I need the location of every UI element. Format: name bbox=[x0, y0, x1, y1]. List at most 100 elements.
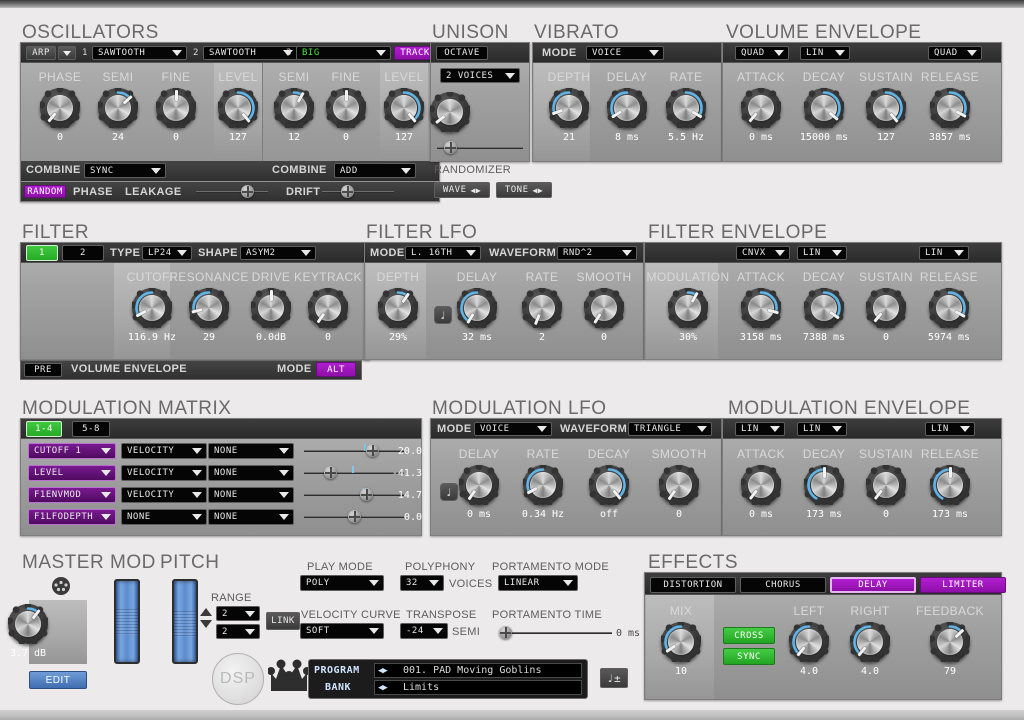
fenv-release-knob[interactable] bbox=[929, 288, 969, 328]
randomizer-wave-button[interactable]: WAVE ◀▶ bbox=[434, 182, 490, 198]
velocity-curve-select[interactable]: SOFT bbox=[300, 623, 384, 639]
effects-tab-delay[interactable]: DELAY bbox=[830, 577, 916, 593]
fx-feedback-knob[interactable] bbox=[930, 622, 970, 662]
osc2-level-knob[interactable] bbox=[384, 88, 424, 128]
modmatrix-source1-select-1[interactable]: VELOCITY bbox=[121, 443, 207, 459]
vibrato-rate-knob[interactable] bbox=[666, 88, 706, 128]
filtenv-release-curve-select[interactable]: LIN bbox=[919, 246, 969, 260]
osc2-semi-knob[interactable] bbox=[274, 88, 314, 128]
fx-mix-knob[interactable] bbox=[661, 622, 701, 662]
modmatrix-source1-select-2[interactable]: VELOCITY bbox=[121, 465, 207, 481]
filter-resonance-knob[interactable] bbox=[189, 288, 229, 328]
drift-slider-track[interactable] bbox=[322, 191, 394, 193]
osc1-phase-knob[interactable] bbox=[40, 88, 80, 128]
modenv-decay-curve-select[interactable]: LIN bbox=[797, 422, 847, 436]
modmatrix-amount-slider-handle-3[interactable] bbox=[360, 488, 373, 501]
filter-lfo-mode-select[interactable]: L. 16TH bbox=[405, 246, 481, 260]
modmatrix-destination-select-1[interactable]: CUTOFF 1 bbox=[28, 443, 116, 459]
modmatrix-destination-select-3[interactable]: F1ENVMOD bbox=[28, 487, 116, 503]
arp-button[interactable]: ARP bbox=[26, 46, 56, 60]
leakage-slider-track[interactable] bbox=[196, 191, 268, 193]
effects-cross-button[interactable]: CROSS bbox=[723, 627, 775, 644]
modmatrix-source2-select-3[interactable]: NONE bbox=[208, 487, 294, 503]
menv-attack-knob[interactable] bbox=[741, 465, 781, 505]
mlfo-decay-knob[interactable] bbox=[589, 465, 629, 505]
filter-tab-1[interactable]: 1 bbox=[26, 245, 58, 261]
osc1-level-knob[interactable] bbox=[218, 88, 258, 128]
vibrato-depth-knob[interactable] bbox=[549, 88, 589, 128]
osc1-semi-knob[interactable] bbox=[98, 88, 138, 128]
bank-prev-next-arrows-icon[interactable]: ◀▶ bbox=[378, 683, 388, 693]
portamento-time-slider-track[interactable] bbox=[502, 632, 612, 634]
mlfo-smooth-knob[interactable] bbox=[659, 465, 699, 505]
modmatrix-tab-1-4[interactable]: 1-4 bbox=[26, 421, 62, 437]
volenv-sustain-knob[interactable] bbox=[866, 88, 906, 128]
osc1-fine-knob[interactable] bbox=[156, 88, 196, 128]
fenv-sustain-knob[interactable] bbox=[866, 288, 906, 328]
modenv-release-curve-select[interactable]: LIN bbox=[925, 422, 975, 436]
modlfo-mode-select[interactable]: VOICE bbox=[474, 422, 552, 436]
osc3-waveform-select[interactable]: BIG bbox=[296, 46, 391, 60]
pitch-range-down-select[interactable]: 2 bbox=[216, 624, 260, 639]
mlfo-rate-knob[interactable] bbox=[523, 465, 563, 505]
leakage-slider-handle[interactable] bbox=[241, 185, 254, 198]
filter-drive-knob[interactable] bbox=[251, 288, 291, 328]
effects-tab-chorus[interactable]: CHORUS bbox=[740, 577, 826, 593]
modmatrix-source1-select-3[interactable]: VELOCITY bbox=[121, 487, 207, 503]
crown-icon[interactable] bbox=[268, 655, 310, 693]
combine1-select[interactable]: SYNC bbox=[84, 163, 166, 178]
master-volume-knob[interactable] bbox=[8, 604, 48, 644]
osc2-fine-knob[interactable] bbox=[326, 88, 366, 128]
mlfo-delay-knob[interactable] bbox=[459, 465, 499, 505]
pitch-range-up-select[interactable]: 2 bbox=[216, 606, 260, 621]
filtenv-attack-curve-select[interactable]: LIN bbox=[797, 246, 847, 260]
polyphony-select[interactable]: 32 bbox=[400, 575, 444, 591]
bank-field[interactable]: Limits bbox=[374, 680, 582, 695]
filter-pre-button[interactable]: PRE bbox=[24, 363, 62, 377]
portamento-time-slider-handle[interactable] bbox=[499, 626, 512, 639]
unison-detune-slider-handle[interactable] bbox=[444, 141, 457, 154]
program-prev-next-arrows-icon[interactable]: ◀▶ bbox=[378, 666, 388, 676]
vibrato-delay-knob[interactable] bbox=[607, 88, 647, 128]
fenv-attack-knob[interactable] bbox=[741, 288, 781, 328]
note-sync-icon[interactable]: ♩ bbox=[434, 306, 452, 324]
arp-dropdown[interactable] bbox=[58, 46, 76, 60]
midi-learn-icon[interactable]: ♩± bbox=[600, 668, 628, 688]
program-field[interactable]: 001. PAD Moving Goblins bbox=[374, 663, 582, 678]
range-up-arrow-icon[interactable] bbox=[200, 608, 212, 616]
effects-sync-button[interactable]: SYNC bbox=[723, 648, 775, 665]
modmatrix-amount-slider-handle-2[interactable] bbox=[324, 466, 337, 479]
osc2-waveform-select[interactable]: SAWTOOTH bbox=[203, 46, 298, 60]
note-sync-icon[interactable]: ♩ bbox=[440, 483, 458, 501]
fx-right-knob[interactable] bbox=[850, 622, 890, 662]
flfo-depth-knob[interactable] bbox=[378, 288, 418, 328]
fenv-decay-knob[interactable] bbox=[804, 288, 844, 328]
modenv-attack-curve-select[interactable]: LIN bbox=[735, 422, 785, 436]
effects-tab-limiter[interactable]: LIMITER bbox=[920, 577, 1006, 593]
unison-detune-knob[interactable] bbox=[430, 92, 470, 132]
random-button[interactable]: RANDOM bbox=[24, 185, 66, 198]
osc1-waveform-select[interactable]: SAWTOOTH bbox=[92, 46, 187, 60]
modmatrix-source2-select-1[interactable]: NONE bbox=[208, 443, 294, 459]
flfo-rate-knob[interactable] bbox=[522, 288, 562, 328]
filter-cutoff-knob[interactable] bbox=[132, 288, 172, 328]
filter-shape-select[interactable]: ASYM2 bbox=[240, 246, 316, 260]
portamento-mode-select[interactable]: LINEAR bbox=[498, 575, 578, 591]
unison-voices-select[interactable]: 2 VOICES bbox=[440, 68, 520, 83]
filtenv-mod-curve-select[interactable]: CNVX bbox=[736, 246, 790, 260]
filter-type-select[interactable]: LP24 bbox=[142, 246, 192, 260]
modmatrix-destination-select-4[interactable]: F1LFODEPTH bbox=[28, 509, 116, 525]
modmatrix-destination-select-2[interactable]: LEVEL bbox=[28, 465, 116, 481]
filter-lfo-waveform-select[interactable]: RND^2 bbox=[557, 246, 637, 260]
modmatrix-source1-select-4[interactable]: NONE bbox=[121, 509, 207, 525]
menv-sustain-knob[interactable] bbox=[866, 465, 906, 505]
fenv-modulation-knob[interactable] bbox=[668, 288, 708, 328]
flfo-smooth-knob[interactable] bbox=[584, 288, 624, 328]
fx-left-knob[interactable] bbox=[789, 622, 829, 662]
flfo-delay-knob[interactable] bbox=[457, 288, 497, 328]
pitch-link-button[interactable]: LINK bbox=[266, 612, 300, 630]
transpose-select[interactable]: -24 bbox=[400, 623, 448, 639]
volenv-attack-knob[interactable] bbox=[741, 88, 781, 128]
unison-octave-button[interactable]: OCTAVE bbox=[436, 46, 488, 60]
volenv-release-knob[interactable] bbox=[930, 88, 970, 128]
